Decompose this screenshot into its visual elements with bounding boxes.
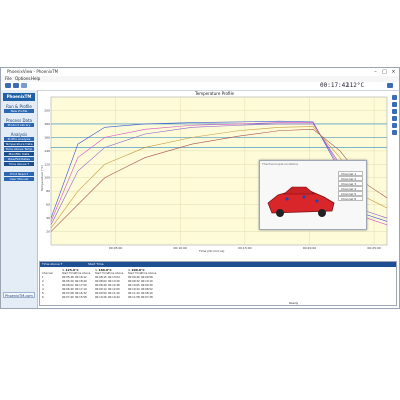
thermocouple-popup[interactable]: Thermocouple locations Channel 1 Channel… — [259, 160, 367, 230]
user-manual-button[interactable]: User Manual — [4, 177, 34, 181]
column-header: Channel — [42, 272, 53, 275]
save-icon[interactable] — [13, 83, 19, 88]
temperature-data-button[interactable]: Temperature Data — [4, 142, 34, 146]
profile-analysis-button[interactable]: Profile Analysis — [4, 137, 34, 141]
product-library-button[interactable]: Product Library — [4, 123, 34, 127]
status-bar: Ready — [39, 300, 397, 306]
x-tick-label: 00:15:00 — [238, 246, 252, 250]
cursor-icon[interactable] — [392, 116, 397, 121]
chart-tools — [392, 91, 398, 259]
x-tick-label: 00:25:00 — [367, 246, 381, 250]
title-bar: PhoenixView - PhoenixTM – □ × — [1, 68, 399, 76]
popup-legend: Channel 1 Channel 2 Channel 3 Channel 4 … — [338, 171, 363, 201]
clock-readout: 00:17:42 — [320, 82, 349, 89]
y-tick-label: 80 — [46, 189, 50, 193]
minimize-icon[interactable]: – — [371, 68, 380, 76]
column-header: Start Time — [95, 272, 109, 275]
y-tick-label: 160 — [44, 135, 50, 139]
close-icon[interactable]: × — [389, 68, 398, 76]
print-icon[interactable] — [21, 83, 27, 88]
window-title: PhoenixView - PhoenixTM — [7, 69, 59, 74]
car-model-image — [267, 186, 335, 217]
zoom-out-icon[interactable] — [392, 102, 397, 107]
temperature-readout: 112°C — [346, 82, 365, 89]
x-tick-label: 00:05:00 — [109, 246, 123, 250]
x-tick-label: 00:10:00 — [173, 246, 187, 250]
column-header: Start Time — [62, 272, 76, 275]
table-header-bar: Time Above T Start Time — [40, 262, 396, 267]
pan-icon[interactable] — [392, 109, 397, 114]
toolbar: 00:17:42 112°C — [1, 82, 399, 91]
y-tick-label: 40 — [46, 216, 50, 220]
column-header: Start Time — [128, 272, 142, 275]
x-axis-label: Time (hh:mm:ss) — [199, 249, 225, 253]
legend-channel-6[interactable]: Channel 6 — [338, 196, 363, 201]
grid-icon[interactable] — [392, 123, 397, 128]
time-above-t-button[interactable]: Time Above T — [4, 162, 34, 166]
y-tick-label: 60 — [46, 203, 50, 207]
x-tick-label: 00:20:00 — [303, 246, 317, 250]
tab-start-time[interactable]: Start Time — [88, 262, 104, 267]
y-tick-label: 120 — [44, 162, 50, 166]
tab-time-above[interactable]: Time Above T — [42, 262, 63, 267]
phoenix-logo: PhoenixTM — [3, 93, 35, 101]
y-axis-label: Temperature (°C) — [40, 165, 44, 191]
popup-title: Thermocouple locations — [262, 162, 298, 166]
sidebar: PhoenixTM Run & Profile New Profile Proc… — [1, 90, 38, 308]
y-tick-label: 180 — [44, 122, 50, 126]
zoom-in-icon[interactable] — [392, 95, 397, 100]
y-tick-label: 100 — [44, 176, 50, 180]
rise-fall-button[interactable]: Rise/Fall Rates — [4, 157, 34, 161]
new-profile-button[interactable]: New Profile — [4, 109, 34, 113]
time-above-temp-button[interactable]: Time Above Temp — [4, 147, 34, 151]
open-icon[interactable] — [5, 83, 11, 88]
status-text: Ready — [289, 301, 299, 305]
export-icon[interactable] — [392, 130, 397, 135]
y-tick-label: 140 — [44, 149, 50, 153]
maximize-icon[interactable]: □ — [380, 68, 389, 76]
print-report-button[interactable]: Print Report — [4, 172, 34, 176]
footer-logo: PhoenixTM.com — [3, 292, 35, 298]
y-tick-label: 200 — [44, 108, 50, 112]
max-min-button[interactable]: Max/Min Data — [4, 152, 34, 156]
column-header: Time Above — [75, 272, 91, 275]
column-header: Time Above — [108, 272, 124, 275]
column-header: Time Above — [141, 272, 157, 275]
y-tick-label: 20 — [46, 230, 50, 234]
settings-icon[interactable] — [387, 83, 393, 88]
